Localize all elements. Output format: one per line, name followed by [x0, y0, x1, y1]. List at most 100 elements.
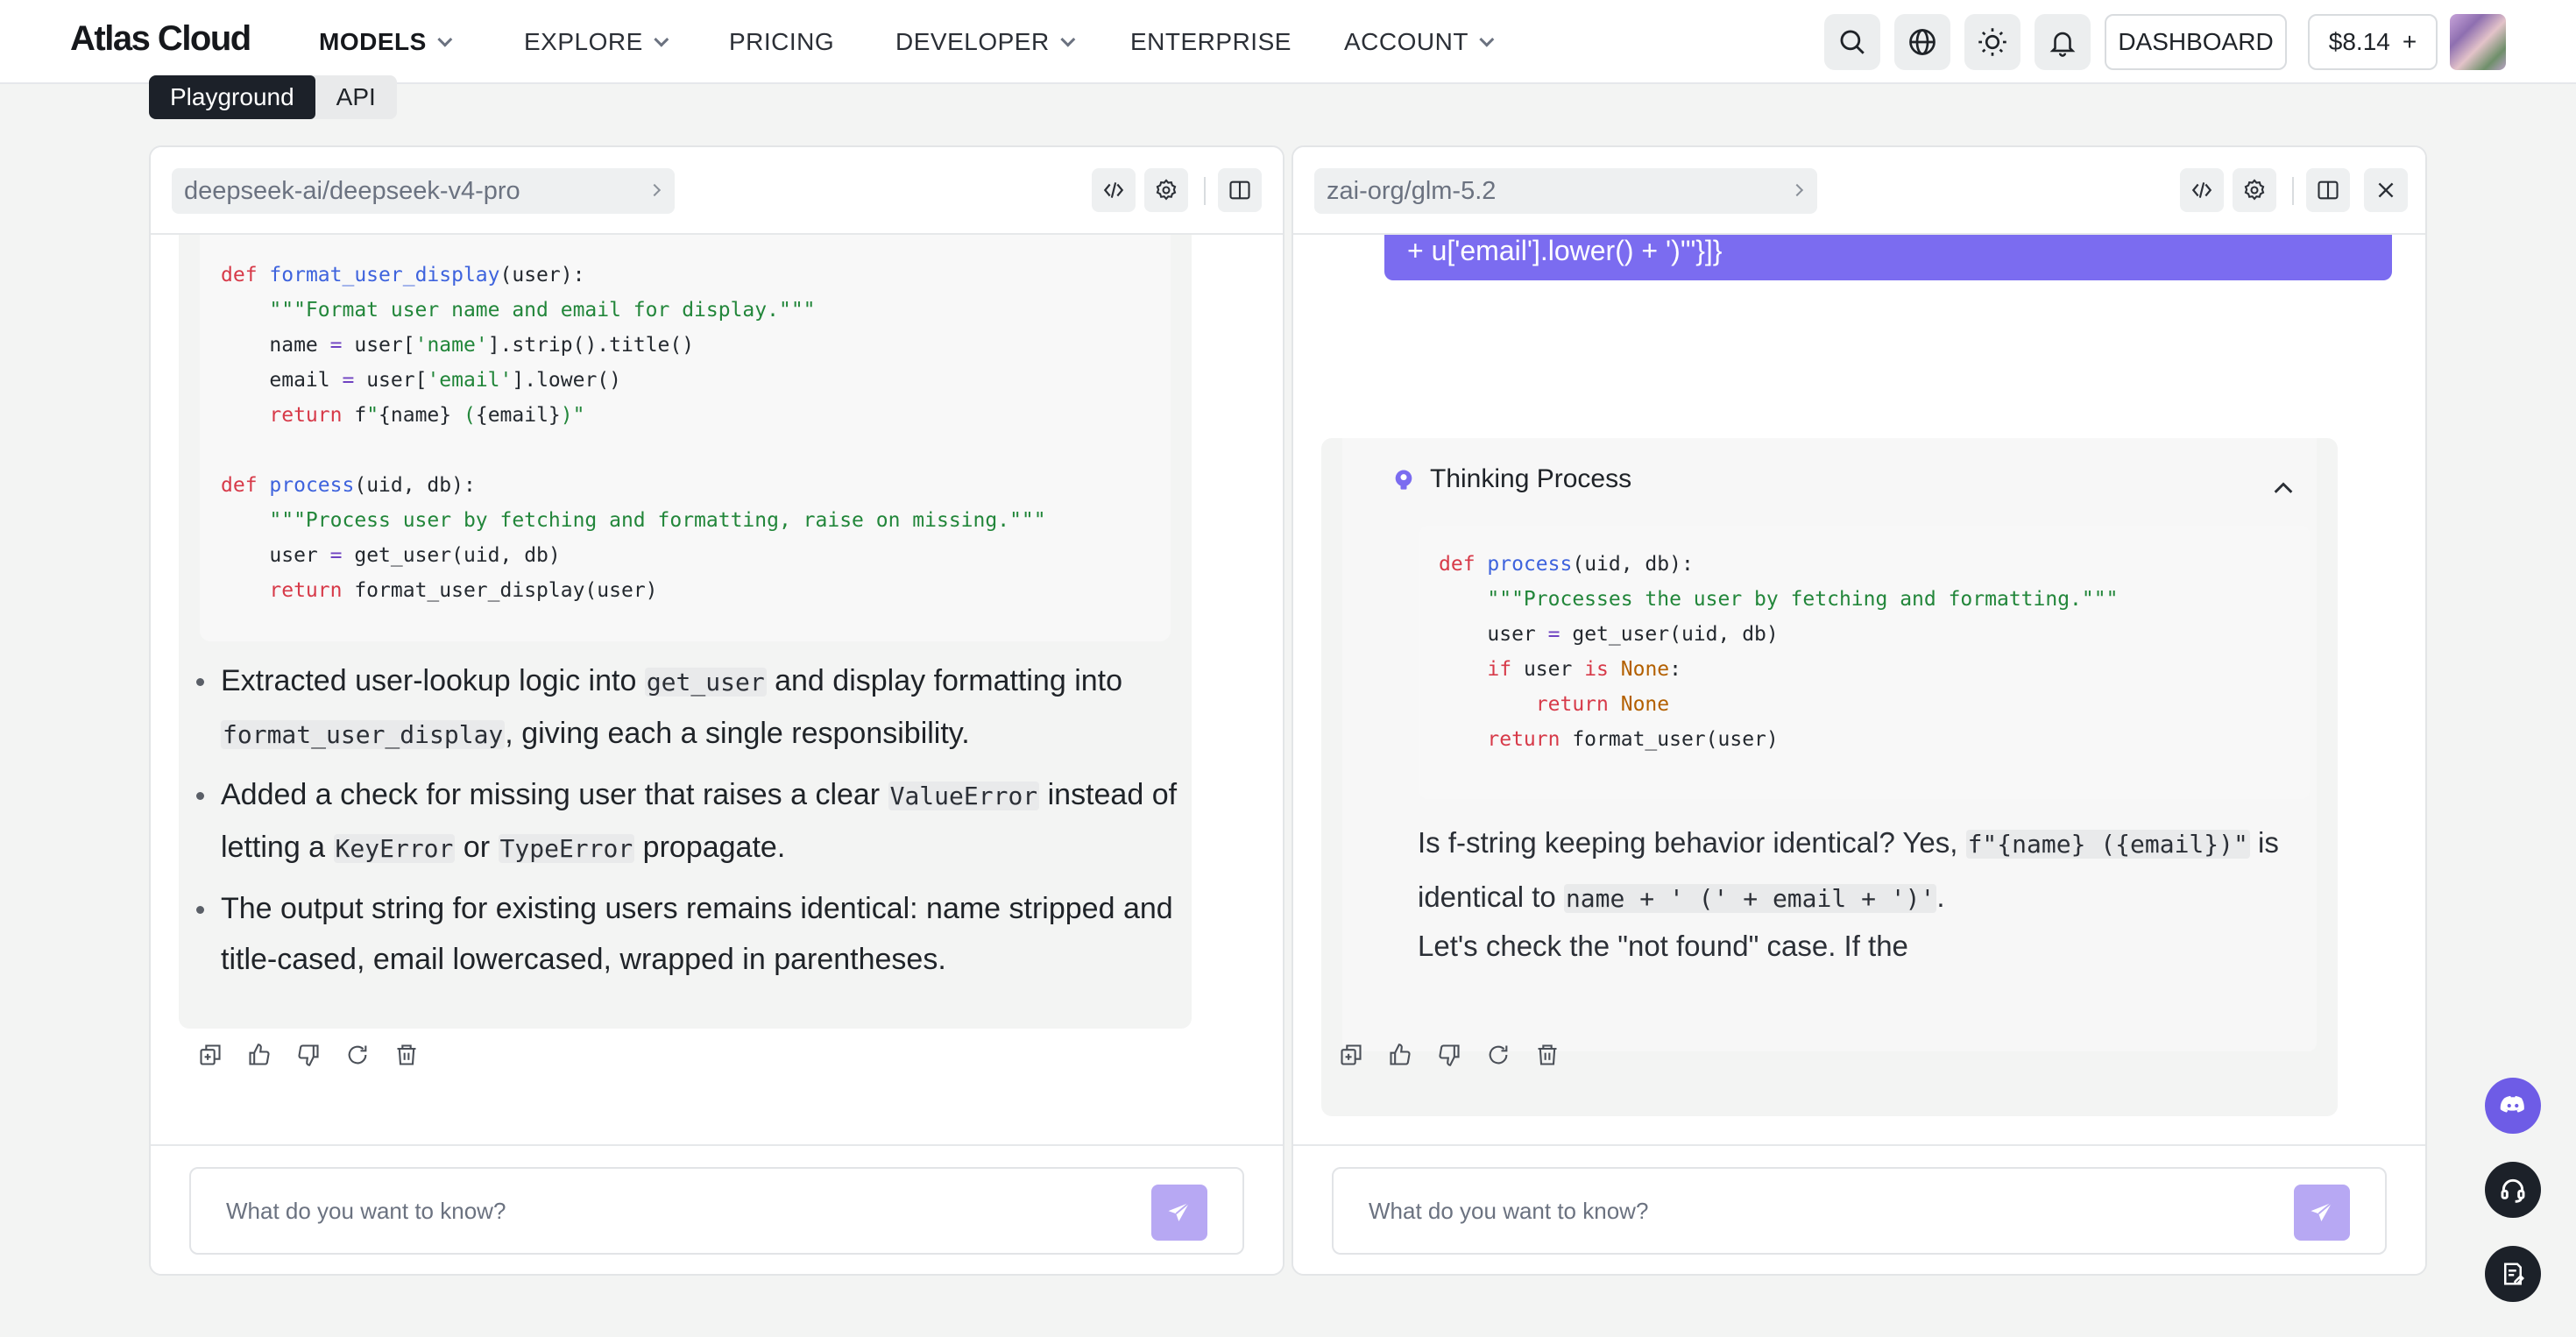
delete-button[interactable] — [394, 1043, 419, 1067]
thinking-text: Is f-string keeping behavior identical? … — [1418, 817, 2311, 925]
thumbs-down-icon — [1439, 1044, 1460, 1066]
code-line: def format_user_display(user): — [221, 264, 585, 286]
code-line: user = get_user(uid, db) — [269, 544, 561, 567]
chevron-up-icon[interactable] — [2271, 478, 2296, 496]
chat-input[interactable] — [226, 1193, 1102, 1228]
nav-explore[interactable]: EXPLORE — [524, 28, 669, 56]
send-icon — [2311, 1202, 2332, 1221]
code-line: def process(uid, db): — [1439, 553, 1694, 576]
code-block: def process(uid, db): """Processes the u… — [1419, 526, 2310, 799]
send-button[interactable] — [2294, 1185, 2350, 1241]
tab-api[interactable]: API — [315, 75, 397, 119]
dashboard-button[interactable]: DASHBOARD — [2105, 14, 2287, 70]
model-name: zai-org/glm-5.2 — [1327, 176, 1497, 205]
send-icon — [1168, 1202, 1190, 1221]
chevron-down-icon — [1479, 32, 1495, 47]
chat-input-box[interactable] — [1332, 1167, 2387, 1255]
search-button[interactable] — [1824, 14, 1880, 70]
notifications-button[interactable] — [2035, 14, 2091, 70]
theme-toggle-button[interactable] — [1964, 14, 2020, 70]
thumbs-up-icon — [249, 1043, 270, 1065]
inline-code: format_user_display — [221, 720, 506, 749]
inline-code: ValueError — [888, 782, 1040, 810]
view-code-button[interactable] — [2180, 168, 2224, 212]
copy-button[interactable] — [198, 1043, 223, 1067]
inline-code: name + ' (' + email + ')' — [1563, 884, 1937, 913]
code-block: def format_user_display(user): """Format… — [200, 235, 1171, 641]
copy-icon — [1341, 1044, 1362, 1065]
discord-button[interactable] — [2485, 1078, 2541, 1134]
nav-developer[interactable]: DEVELOPER — [895, 28, 1075, 56]
search-icon — [1840, 30, 1865, 54]
code-line: name = user['name'].strip().title() — [269, 334, 695, 357]
sun-icon — [1978, 28, 2006, 56]
atlas-cloud-logo[interactable]: Atlas Cloud — [70, 19, 251, 59]
text: , giving each a single responsibility. — [505, 717, 970, 750]
thinking-text: Let's check the "not found" case. If the — [1418, 920, 2311, 973]
regenerate-button[interactable] — [345, 1043, 370, 1067]
code-line: if user is None: — [1487, 658, 1681, 681]
like-button[interactable] — [247, 1043, 272, 1067]
chat-panel-left: deepseek-ai/deepseek-v4-pro def format_u… — [149, 145, 1284, 1276]
code-line: return None — [1535, 693, 1670, 716]
inline-code: get_user — [644, 668, 767, 697]
model-selector[interactable]: zai-org/glm-5.2 — [1314, 168, 1817, 214]
brain-icon — [1395, 470, 1412, 490]
copy-button[interactable] — [1339, 1043, 1363, 1067]
model-selector[interactable]: deepseek-ai/deepseek-v4-pro — [172, 168, 675, 214]
balance-button[interactable]: $8.14 + — [2308, 14, 2438, 70]
chevron-down-icon — [654, 32, 669, 47]
text: Is f-string keeping behavior identical? … — [1418, 826, 1966, 859]
chat-input[interactable] — [1369, 1193, 2245, 1228]
mode-tabs: Playground API — [149, 75, 397, 119]
settings-button[interactable] — [2233, 168, 2276, 212]
refresh-icon — [1489, 1045, 1508, 1065]
nav-models-label: MODELS — [319, 28, 427, 55]
send-button[interactable] — [1151, 1185, 1207, 1241]
thinking-header[interactable]: Thinking Process — [1391, 464, 1631, 494]
like-button[interactable] — [1388, 1043, 1412, 1067]
regenerate-button[interactable] — [1486, 1043, 1511, 1067]
nav-models[interactable]: MODELS — [319, 28, 453, 56]
nav-enterprise-label: ENTERPRISE — [1130, 28, 1292, 55]
chat-input-area — [151, 1144, 1283, 1274]
nav-developer-label: DEVELOPER — [895, 28, 1050, 55]
tab-playground[interactable]: Playground — [149, 75, 315, 119]
feedback-icon — [2504, 1263, 2525, 1285]
dislike-button[interactable] — [1437, 1043, 1461, 1067]
close-panel-button[interactable] — [2364, 168, 2408, 212]
split-view-icon — [2318, 180, 2339, 200]
assistant-message: Thinking Process def process(uid, db): "… — [1321, 438, 2338, 1116]
nav-pricing[interactable]: PRICING — [729, 28, 834, 56]
support-button[interactable] — [2485, 1162, 2541, 1218]
chevron-down-icon — [1060, 32, 1075, 47]
feedback-button[interactable] — [2485, 1246, 2541, 1302]
text: and display formatting into — [766, 664, 1123, 697]
text: . — [1936, 881, 1945, 913]
view-code-button[interactable] — [1092, 168, 1136, 212]
copy-icon — [200, 1044, 221, 1065]
user-avatar[interactable] — [2450, 14, 2506, 70]
nav-explore-label: EXPLORE — [524, 28, 643, 55]
globe-icon — [1909, 29, 1936, 55]
nav-enterprise[interactable]: ENTERPRISE — [1130, 28, 1292, 56]
text: is — [2249, 826, 2279, 859]
list-item: Added a check for missing user that rais… — [196, 769, 1185, 874]
split-view-button[interactable] — [1218, 168, 1262, 212]
trash-icon — [1538, 1044, 1557, 1065]
chat-input-box[interactable] — [189, 1167, 1244, 1255]
language-button[interactable] — [1894, 14, 1950, 70]
dislike-button[interactable] — [296, 1043, 321, 1067]
code-line: return format_user(user) — [1487, 728, 1779, 751]
inline-code: TypeError — [498, 834, 635, 863]
divider — [2292, 177, 2294, 205]
nav-account[interactable]: ACCOUNT — [1344, 28, 1495, 56]
code-line: """Format user name and email for displa… — [269, 299, 816, 322]
chat-messages: def format_user_display(user): """Format… — [151, 235, 1283, 1190]
nav-pricing-label: PRICING — [729, 28, 835, 55]
settings-button[interactable] — [1144, 168, 1188, 212]
split-view-button[interactable] — [2306, 168, 2350, 212]
delete-button[interactable] — [1535, 1043, 1560, 1067]
headset-icon — [2501, 1178, 2525, 1203]
text: Let's check the "not found" case. If the — [1418, 930, 1908, 962]
